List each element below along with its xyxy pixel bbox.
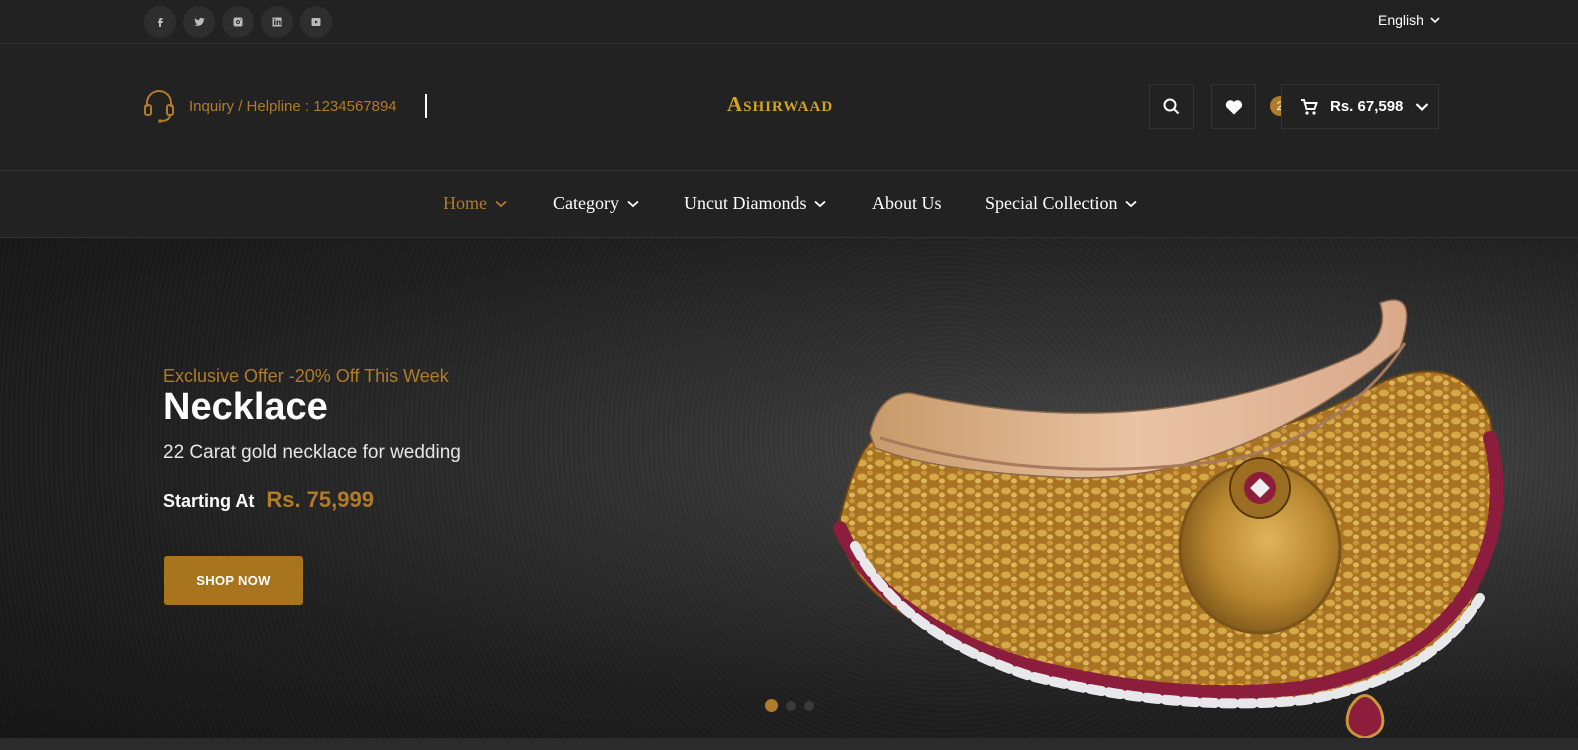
wishlist-button[interactable] — [1211, 84, 1256, 129]
slider-dot-3[interactable] — [804, 700, 814, 711]
main-nav: Home Category Uncut Diamonds About Us Sp… — [0, 171, 1578, 238]
hero-subtitle: 22 Carat gold necklace for wedding — [163, 442, 461, 463]
chevron-down-icon — [1430, 17, 1440, 24]
chevron-down-icon — [627, 200, 639, 207]
hero-price: Rs. 75,999 — [266, 487, 374, 512]
slider-dot-2[interactable] — [786, 700, 796, 711]
section-divider — [0, 738, 1578, 750]
hero-title: Necklace — [163, 386, 328, 428]
chevron-down-icon — [1416, 102, 1429, 111]
youtube-icon[interactable] — [300, 6, 332, 38]
linkedin-icon[interactable] — [261, 6, 293, 38]
hero-slider: Exclusive Offer -20% Off This Week Neckl… — [0, 238, 1578, 738]
helpline: Inquiry / Helpline : 1234567894 — [143, 89, 397, 123]
nav-item-label: Uncut Diamonds — [684, 193, 807, 213]
nav-item-about-us[interactable]: About Us — [872, 193, 942, 214]
shop-now-button[interactable]: SHOP NOW — [164, 556, 303, 605]
header: Inquiry / Helpline : 1234567894 Ashirwaa… — [0, 44, 1578, 171]
facebook-icon[interactable] — [144, 6, 176, 38]
nav-item-special-collection[interactable]: Special Collection — [985, 193, 1138, 214]
hero-offer: Exclusive Offer -20% Off This Week — [163, 366, 449, 386]
starting-label: Starting At — [163, 491, 255, 511]
chevron-down-icon — [814, 200, 827, 207]
cart-icon — [1301, 98, 1318, 115]
slider-dots — [765, 699, 814, 712]
instagram-icon[interactable] — [222, 6, 254, 38]
nav-item-label: Home — [443, 193, 487, 213]
nav-item-home[interactable]: Home — [443, 193, 507, 214]
slider-dot-1[interactable] — [765, 699, 778, 712]
search-button[interactable] — [1149, 84, 1194, 129]
cart-button[interactable]: Rs. 67,598 — [1281, 84, 1439, 129]
social-links — [144, 6, 332, 38]
headset-icon — [144, 90, 174, 123]
heart-icon — [1225, 99, 1242, 114]
language-label: English — [1378, 12, 1424, 28]
hero-price-row: Starting At Rs. 75,999 — [163, 487, 374, 513]
nav-item-category[interactable]: Category — [553, 193, 639, 214]
nav-item-uncut-diamonds[interactable]: Uncut Diamonds — [684, 193, 827, 214]
necklace-image — [833, 299, 1504, 738]
cart-total: Rs. 67,598 — [1330, 98, 1404, 115]
helpline-text: Inquiry / Helpline : 1234567894 — [189, 97, 397, 115]
top-bar: English — [0, 0, 1578, 44]
twitter-icon[interactable] — [183, 6, 215, 38]
nav-item-label: Category — [553, 193, 619, 213]
language-selector[interactable]: English — [1378, 12, 1440, 28]
nav-item-label: Special Collection — [985, 193, 1118, 213]
chevron-down-icon — [1125, 200, 1138, 207]
search-icon — [1163, 98, 1180, 115]
divider — [425, 94, 427, 118]
chevron-down-icon — [495, 200, 507, 207]
nav-item-label: About Us — [872, 193, 942, 213]
brand-logo[interactable]: Ashirwaad — [727, 92, 833, 117]
